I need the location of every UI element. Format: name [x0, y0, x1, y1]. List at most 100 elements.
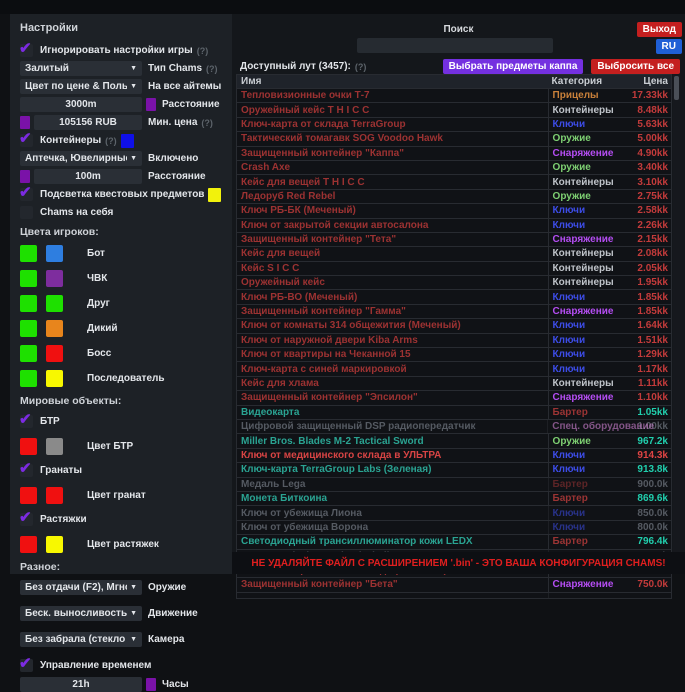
containers-distance-input[interactable]: 100m	[34, 169, 142, 184]
table-row[interactable]: Ключ-карта TerraGroup Labs (Зеленая)Ключ…	[237, 462, 671, 476]
table-row[interactable]: Защищенный контейнер "Эпсилон"Снаряжение…	[237, 390, 671, 404]
table-row[interactable]: Crash AxeОружие3.40kk	[237, 160, 671, 174]
scrollbar-thumb[interactable]	[674, 76, 679, 100]
dump-all-button[interactable]: Выбросить все	[591, 59, 680, 74]
min-price-color-swatch[interactable]	[20, 116, 30, 129]
table-row[interactable]: Защищенный контейнер "Гамма"Снаряжение1.…	[237, 304, 671, 318]
time-control-row: ✔ Управление временем	[20, 658, 222, 673]
quest-highlight-checkbox[interactable]: ✔	[20, 188, 33, 201]
chevron-down-icon: ▼	[130, 155, 137, 162]
ignore-game-settings-checkbox[interactable]: ✔	[20, 44, 33, 57]
table-row[interactable]: Ключ от убежища ЛионаКлючи850.0k	[237, 505, 671, 519]
column-header-name[interactable]: Имя	[237, 76, 548, 87]
language-button[interactable]: RU	[656, 39, 682, 54]
secondary-color-swatch[interactable]	[46, 438, 63, 455]
config-warning-text: НЕ УДАЛЯЙТЕ ФАЙЛ С РАСШИРЕНИЕМ '.bin' - …	[251, 558, 665, 569]
loot-category: Оружие	[548, 161, 632, 174]
table-row[interactable]: Кейс для вещей T H I C CКонтейнеры3.10kk	[237, 174, 671, 188]
table-row[interactable]: Ключ-карта от склада TerraGroupКлючи5.63…	[237, 117, 671, 131]
primary-color-swatch[interactable]	[20, 438, 37, 455]
column-header-category[interactable]: Категория	[548, 76, 632, 87]
table-row[interactable]: Тактический томагавк SOG Voodoo HawkОруж…	[237, 131, 671, 145]
loot-category: Оружие	[548, 190, 632, 203]
table-row[interactable]: Кейс S I C CКонтейнеры2.05kk	[237, 261, 671, 275]
primary-color-swatch[interactable]	[20, 536, 37, 553]
table-row[interactable]: Оружейный кейс T H I C CКонтейнеры8.48kk	[237, 102, 671, 116]
world-object-checkbox[interactable]: ✔	[20, 415, 33, 428]
table-row[interactable]: Ключ от закрытой секции автосалонаКлючи2…	[237, 218, 671, 232]
chams-type-row: Залитый ▼ Тип Chams (?)	[20, 61, 222, 76]
misc-dropdown-label: Движение	[148, 608, 198, 619]
secondary-color-swatch[interactable]	[46, 370, 63, 387]
table-row[interactable]: Ключ от квартиры на Чеканной 15Ключи1.29…	[237, 347, 671, 361]
table-row[interactable]: Ключ от наружной двери Kiba ArmsКлючи1.5…	[237, 333, 671, 347]
containers-types-dropdown[interactable]: Аптечка, Ювелирные и... ▼	[20, 151, 142, 166]
primary-color-swatch[interactable]	[20, 295, 37, 312]
column-header-price[interactable]: Цена	[631, 76, 671, 87]
select-kappa-items-button[interactable]: Выбрать предметы каппа	[443, 59, 584, 74]
all-items-color-dropdown[interactable]: Цвет по цене & Пользователь ▼	[20, 79, 142, 94]
misc-dropdown[interactable]: Без забрала (стекло шлема)▼	[20, 632, 142, 647]
table-row[interactable]: Тепловизионные очки Т-7Прицелы17.33kk	[237, 88, 671, 102]
table-row[interactable]: Кейс для вещейКонтейнеры2.08kk	[237, 246, 671, 260]
world-object-checkbox[interactable]: ✔	[20, 513, 33, 526]
containers-distance-swatch[interactable]	[20, 170, 30, 183]
min-price-input[interactable]: 105156 RUB	[34, 115, 142, 130]
table-row[interactable]: Цифровой защищенный DSP радиопередатчикС…	[237, 419, 671, 433]
primary-color-swatch[interactable]	[20, 345, 37, 362]
table-row[interactable]: Ключ-карта с синей маркировкойКлючи1.17k…	[237, 361, 671, 375]
world-object-color-row-label: Цвет БТР	[87, 441, 133, 452]
primary-color-swatch[interactable]	[20, 270, 37, 287]
table-scrollbar[interactable]	[673, 74, 680, 571]
secondary-color-swatch[interactable]	[46, 295, 63, 312]
secondary-color-swatch[interactable]	[46, 345, 63, 362]
loot-name: Видеокарта	[237, 407, 548, 418]
table-row[interactable]: Ключ от комнаты 314 общежития (Меченый)К…	[237, 318, 671, 332]
world-object-checkbox[interactable]: ✔	[20, 464, 33, 477]
world-object-color-row: Цвет БТР	[20, 438, 222, 455]
table-row[interactable]: Монета БиткоинаБартер869.6k	[237, 491, 671, 505]
table-row[interactable]	[237, 592, 671, 598]
table-row[interactable]: Ключ РБ-БК (Меченый)Ключи2.58kk	[237, 203, 671, 217]
search-input[interactable]	[357, 38, 553, 53]
hours-color-swatch[interactable]	[146, 678, 156, 691]
primary-color-swatch[interactable]	[20, 370, 37, 387]
table-row[interactable]: Медаль LegaБартер900.0k	[237, 477, 671, 491]
distance-color-swatch[interactable]	[146, 98, 156, 111]
chams-self-checkbox[interactable]	[20, 206, 33, 219]
loot-distance-input[interactable]: 3000m	[20, 97, 142, 112]
misc-dropdown[interactable]: Без отдачи (F2), Мгновенное п▼	[20, 580, 142, 595]
primary-color-swatch[interactable]	[20, 487, 37, 504]
table-row[interactable]: Кейс для хламаКонтейнеры1.11kk	[237, 376, 671, 390]
loot-price: 2.58kk	[631, 205, 671, 216]
table-row[interactable]: Ключ от убежища ВоронаКлючи800.0k	[237, 520, 671, 534]
exit-button[interactable]: Выход	[637, 22, 682, 37]
time-control-checkbox[interactable]: ✔	[20, 659, 33, 672]
quest-color-swatch[interactable]	[208, 188, 221, 202]
table-row[interactable]: Защищенный контейнер "Каппа"Снаряжение4.…	[237, 146, 671, 160]
secondary-color-swatch[interactable]	[46, 487, 63, 504]
secondary-color-swatch[interactable]	[46, 270, 63, 287]
table-row[interactable]: Защищенный контейнер "Тета"Снаряжение2.1…	[237, 232, 671, 246]
hours-input[interactable]: 21h	[20, 677, 142, 692]
table-row[interactable]: Miller Bros. Blades M-2 Tactical SwordОр…	[237, 433, 671, 447]
table-row[interactable]: Ключ РБ-ВО (Меченый)Ключи1.85kk	[237, 289, 671, 303]
player-color-row-label: Друг	[87, 298, 110, 309]
chams-type-dropdown[interactable]: Залитый ▼	[20, 61, 142, 76]
table-row[interactable]: Светодиодный трансиллюминатор кожи LEDXБ…	[237, 534, 671, 548]
secondary-color-swatch[interactable]	[46, 536, 63, 553]
containers-checkbox[interactable]: ✔	[20, 134, 33, 147]
primary-color-swatch[interactable]	[20, 245, 37, 262]
table-row[interactable]: ВидеокартаБартер1.05kk	[237, 405, 671, 419]
table-row[interactable]: Ключ от медицинского склада в УЛЬТРАКлюч…	[237, 448, 671, 462]
misc-dropdown[interactable]: Беск. выносливость и нет уста▼	[20, 606, 142, 621]
table-row[interactable]: Защищенный контейнер "Бета"Снаряжение750…	[237, 577, 671, 591]
table-row[interactable]: Ледоруб Red RebelОружие2.75kk	[237, 189, 671, 203]
secondary-color-swatch[interactable]	[46, 245, 63, 262]
table-row[interactable]: Оружейный кейсКонтейнеры1.95kk	[237, 275, 671, 289]
secondary-color-swatch[interactable]	[46, 320, 63, 337]
loot-name: Ключ от квартиры на Чеканной 15	[237, 349, 548, 360]
check-icon: ✔	[19, 39, 32, 57]
primary-color-swatch[interactable]	[20, 320, 37, 337]
containers-color-swatch[interactable]	[121, 134, 134, 148]
